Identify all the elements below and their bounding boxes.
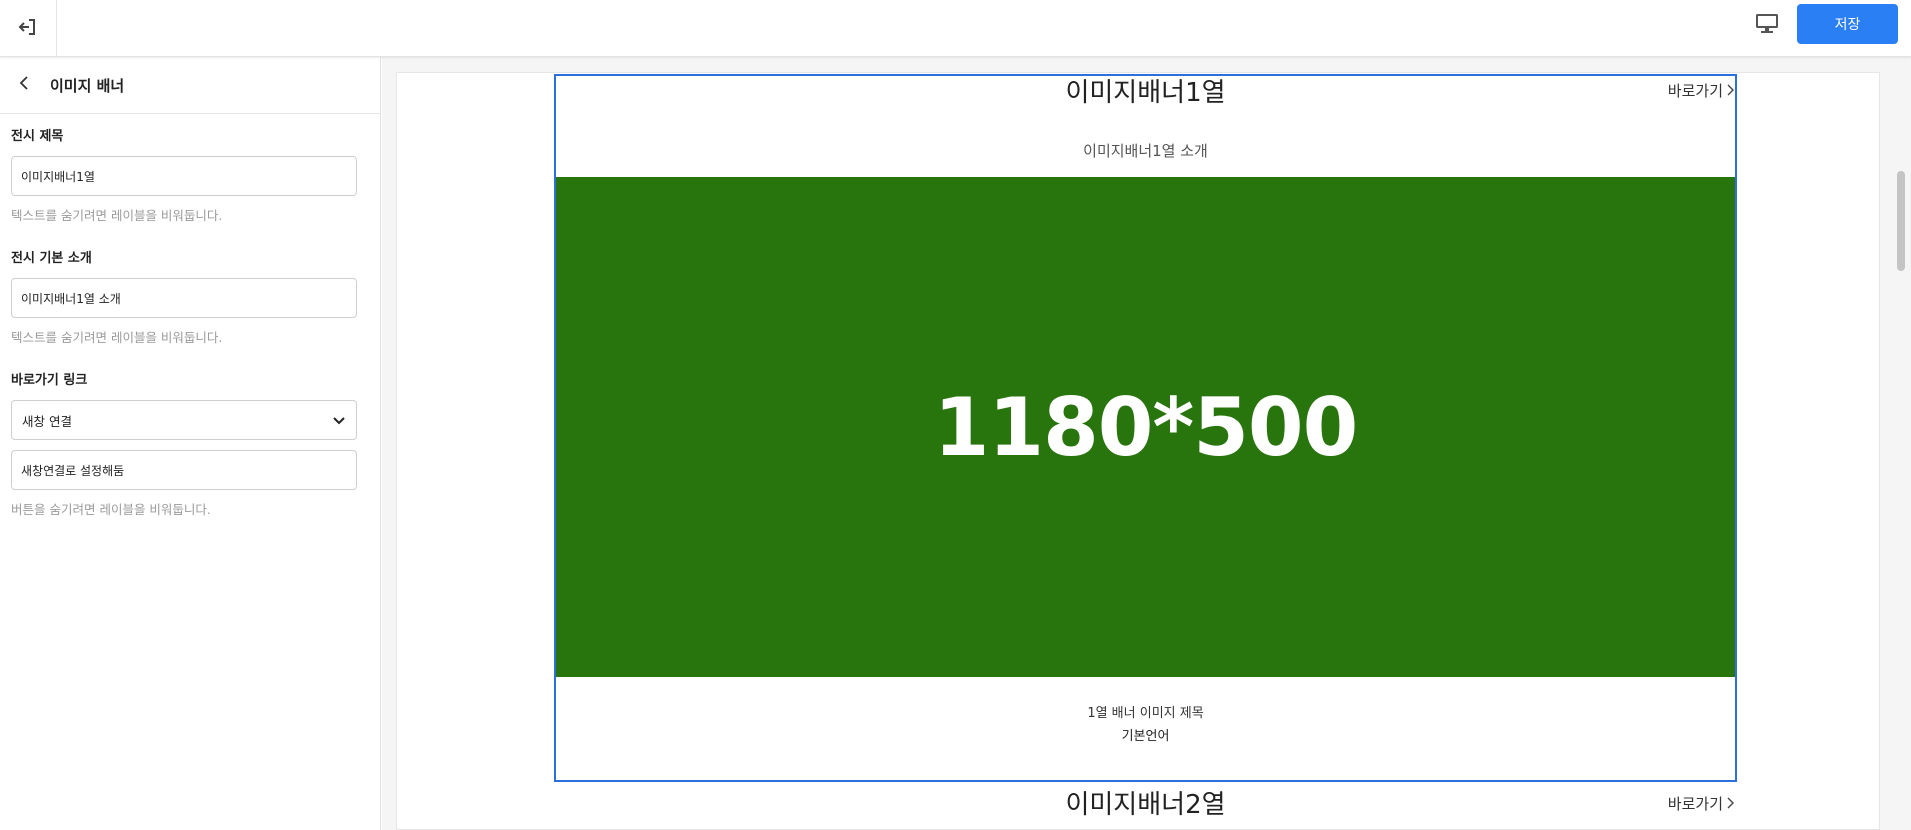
chevron-right-icon <box>1723 795 1735 813</box>
settings-panel: 이미지 배너 전시 제목 텍스트를 숨기려면 레이블을 비워둡니다. 전시 기본… <box>0 57 381 830</box>
block-title: 이미지배너2열 <box>1065 790 1226 820</box>
link-button-label-input[interactable] <box>11 450 357 490</box>
block-title: 이미지배너1열 <box>1065 78 1226 108</box>
monitor-icon <box>1755 12 1779 38</box>
link-target-value: 새창 연결 <box>22 413 72 429</box>
image-banner-block-1[interactable]: 이미지배너1열 바로가기 이미지배너1열 소개 1180*500 1열 배너 이… <box>554 74 1737 782</box>
link-button-help: 버튼을 숨기려면 레이블을 비워둡니다. <box>11 502 211 517</box>
shortcut-link[interactable]: 바로가기 <box>1668 793 1735 814</box>
exit-button[interactable] <box>0 0 57 57</box>
settings-form: 전시 제목 텍스트를 숨기려면 레이블을 비워둡니다. 전시 기본 소개 텍스트… <box>0 114 380 518</box>
display-intro-input[interactable] <box>11 278 357 318</box>
banner-caption: 1열 배너 이미지 제목 <box>1087 706 1204 721</box>
display-title-input[interactable] <box>11 156 357 196</box>
banner-language: 기본언어 <box>1121 729 1170 744</box>
display-intro-help: 텍스트를 숨기려면 레이블을 비워둡니다. <box>11 330 223 345</box>
preview-area: 이미지배너1열 바로가기 이미지배너1열 소개 1180*500 1열 배너 이… <box>382 57 1911 830</box>
desktop-preview-button[interactable] <box>1752 10 1782 40</box>
preview-canvas: 이미지배너1열 바로가기 이미지배너1열 소개 1180*500 1열 배너 이… <box>396 72 1880 830</box>
shortcut-link-label: 바로가기 <box>1667 795 1723 813</box>
block-subtitle: 이미지배너1열 소개 <box>1083 142 1208 160</box>
link-target-select[interactable]: 새창 연결 <box>11 400 357 440</box>
banner-image[interactable]: 1180*500 <box>556 177 1735 677</box>
exit-arrow-icon <box>18 17 38 41</box>
panel-header: 이미지 배너 <box>0 57 380 114</box>
display-intro-label: 전시 기본 소개 <box>11 251 92 266</box>
banner-size-text: 1180*500 <box>933 380 1358 474</box>
top-bar: 저장 <box>0 0 1911 57</box>
preview-scrollbar[interactable] <box>1891 57 1911 830</box>
back-button[interactable] <box>4 65 44 105</box>
panel-title: 이미지 배너 <box>50 76 125 95</box>
chevron-right-icon <box>1723 82 1735 100</box>
shortcut-link-label: 바로가기 <box>1667 82 1723 100</box>
save-button[interactable]: 저장 <box>1797 4 1898 44</box>
shortcut-link-label: 바로가기 링크 <box>11 373 88 388</box>
chevron-down-icon <box>332 413 346 432</box>
scrollbar-thumb[interactable] <box>1897 171 1905 271</box>
chevron-left-icon <box>18 75 30 95</box>
image-banner-block-2[interactable]: 이미지배너2열 바로가기 <box>554 783 1737 829</box>
display-title-help: 텍스트를 숨기려면 레이블을 비워둡니다. <box>11 208 223 223</box>
shortcut-link[interactable]: 바로가기 <box>1668 80 1735 101</box>
display-title-label: 전시 제목 <box>11 129 64 144</box>
